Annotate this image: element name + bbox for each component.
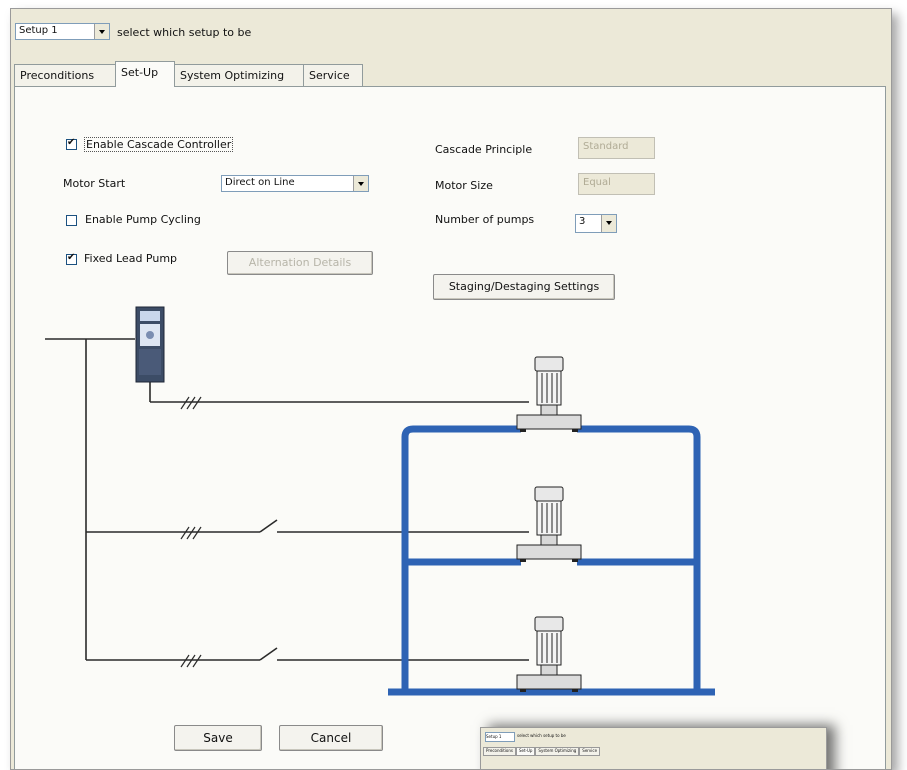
- pump-icon: [516, 486, 582, 562]
- thumbnail-screenshot: Setup 1 select which setup to be Precond…: [480, 727, 827, 769]
- tab-system-optimizing[interactable]: System Optimizing: [174, 64, 304, 86]
- button-label: Cancel: [310, 731, 352, 745]
- alternation-details-button[interactable]: Alternation Details: [227, 251, 373, 275]
- tab-label: System Optimizing: [180, 69, 285, 82]
- enable-cascade-label[interactable]: Enable Cascade Controller: [84, 137, 234, 152]
- setup-hint: select which setup to be: [117, 26, 252, 39]
- setup-panel: Enable Cascade Controller Motor Start Di…: [14, 86, 886, 769]
- thumbnail-text: Setup 1: [486, 734, 502, 739]
- number-of-pumps-select[interactable]: 3: [575, 214, 617, 233]
- pump-icon: [516, 616, 582, 692]
- enable-pump-cycling-checkbox[interactable]: [66, 215, 77, 226]
- cascade-principle-label: Cascade Principle: [435, 143, 533, 156]
- motor-size-label: Motor Size: [435, 179, 493, 192]
- frequency-drive-icon: [135, 306, 165, 383]
- thumbnail-tab: System Optimizing: [535, 747, 580, 756]
- cascade-principle-field: Standard: [578, 137, 655, 159]
- enable-cascade-checkbox[interactable]: [66, 137, 77, 150]
- setup-window: Setup 1 select which setup to be Precond…: [10, 8, 892, 770]
- thumbnail-tab: Preconditions: [483, 747, 516, 756]
- button-label: Alternation Details: [248, 256, 352, 269]
- tab-preconditions[interactable]: Preconditions: [14, 64, 116, 86]
- motor-start-label: Motor Start: [63, 177, 126, 190]
- fixed-lead-pump-label: Fixed Lead Pump: [84, 252, 178, 265]
- enable-pump-cycling-label: Enable Pump Cycling: [85, 213, 201, 226]
- chevron-down-icon[interactable]: [94, 24, 109, 39]
- tab-set-up[interactable]: Set-Up: [115, 61, 175, 87]
- motor-start-select[interactable]: Direct on Line: [221, 175, 369, 192]
- tab-label: Service: [309, 69, 350, 82]
- thumbnail-hint: select which setup to be: [517, 733, 566, 738]
- save-button[interactable]: Save: [174, 725, 262, 751]
- chevron-down-icon[interactable]: [601, 215, 616, 232]
- setup-select-value: Setup 1: [19, 25, 58, 36]
- fixed-lead-pump-checkbox[interactable]: [66, 252, 77, 265]
- motor-start-value: Direct on Line: [225, 177, 295, 188]
- thumbnail-tab: Service: [579, 747, 601, 756]
- setup-select[interactable]: Setup 1: [15, 23, 110, 40]
- thumbnail-tab: Set-Up: [515, 747, 536, 756]
- thumbnail-tabs: Preconditions Set-Up System Optimizing S…: [483, 747, 601, 756]
- button-label: Save: [203, 731, 233, 745]
- cancel-button[interactable]: Cancel: [279, 725, 383, 751]
- motor-size-field: Equal: [578, 173, 655, 195]
- field-value: Equal: [583, 177, 611, 188]
- chevron-down-icon[interactable]: [353, 176, 368, 191]
- pump-icon: [516, 356, 582, 432]
- thumbnail-setup-select: Setup 1: [485, 732, 515, 742]
- field-value: Standard: [583, 141, 629, 152]
- wiring: [45, 338, 529, 661]
- number-of-pumps-value: 3: [579, 216, 586, 227]
- tab-service[interactable]: Service: [303, 64, 363, 86]
- number-of-pumps-label: Number of pumps: [435, 213, 535, 226]
- tab-label: Set-Up: [121, 66, 159, 79]
- tab-label: Preconditions: [20, 69, 95, 82]
- cascade-pump-diagram: [45, 306, 715, 696]
